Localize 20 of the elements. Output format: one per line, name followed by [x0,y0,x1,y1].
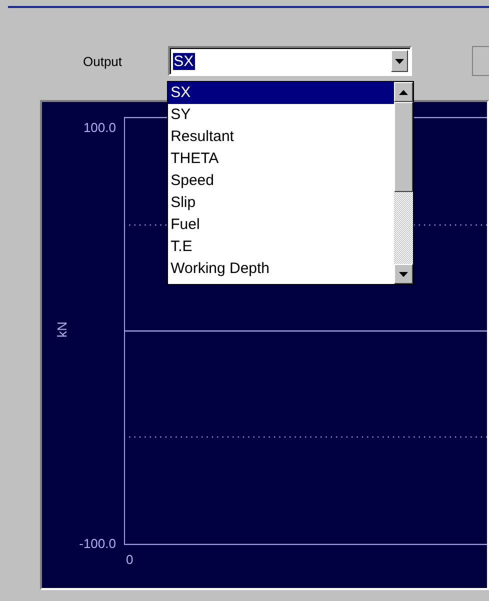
output-label: Output [83,54,124,68]
dropdown-option[interactable]: Fuel [168,214,394,236]
x-tick-label: 0 [126,552,134,569]
dropdown-option[interactable]: Slip [168,192,394,214]
output-dropdown[interactable]: SX [168,46,412,76]
dropdown-option[interactable]: Working Depth [168,258,394,280]
dropdown-option[interactable]: SY [168,104,394,126]
scroll-down-icon[interactable] [394,264,413,284]
dropdown-option[interactable]: T.E [168,236,394,258]
selected-value: SX [172,52,195,70]
scroll-up-icon[interactable] [394,82,413,102]
y-tick-label: 100.0 [83,120,116,135]
dropdown-option[interactable]: THETA [168,148,394,170]
dropdown-option[interactable]: Resultant [168,126,394,148]
control-edge [472,46,489,76]
scrollbar-thumb[interactable] [394,102,413,192]
y-axis-label: kN [54,322,70,338]
dropdown-option[interactable]: Speed [168,170,394,192]
dropdown-option[interactable]: SX [168,82,394,104]
y-tick-label: -100.0 [79,536,116,551]
